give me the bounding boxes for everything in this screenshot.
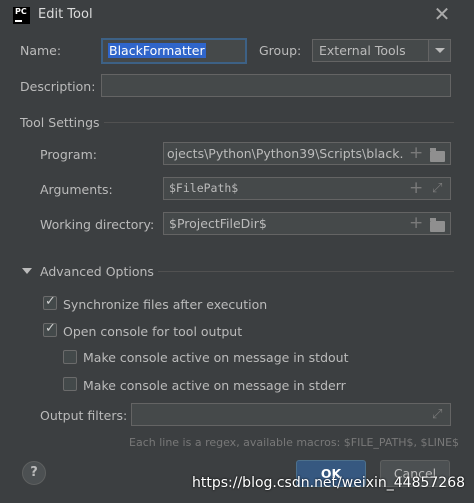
dialog-title: Edit Tool [38, 7, 93, 22]
open-console-label[interactable]: Open console for tool output [63, 324, 242, 339]
program-value: ojects\Python\Python39\Scripts\black.exe [167, 146, 403, 161]
output-filters-hint: Each line is a regex, available macros: … [129, 436, 460, 449]
tool-settings-heading: Tool Settings [20, 115, 100, 130]
arguments-field[interactable]: $FilePath$ + [163, 177, 451, 200]
workdir-label: Working directory: [40, 217, 155, 232]
sync-files-checkbox[interactable] [43, 294, 57, 310]
console-stdout-checkbox[interactable] [63, 350, 77, 364]
section-divider [158, 271, 454, 272]
name-label: Name: [20, 43, 62, 58]
description-field[interactable] [101, 74, 451, 97]
insert-macro-icon[interactable]: + [409, 215, 423, 232]
name-field[interactable]: BlackFormatter [101, 38, 247, 64]
arguments-label: Arguments: [40, 182, 113, 197]
console-stderr-checkbox[interactable] [63, 377, 77, 391]
program-label: Program: [40, 147, 97, 162]
output-filters-label: Output filters: [40, 408, 128, 423]
insert-macro-icon[interactable]: + [409, 145, 423, 162]
console-stdout-label[interactable]: Make console active on message in stdout [83, 350, 349, 365]
advanced-options-heading[interactable]: Advanced Options [40, 264, 154, 279]
title-bar: PC Edit Tool ✕ [0, 0, 474, 30]
expand-icon[interactable] [432, 181, 444, 196]
close-icon[interactable]: ✕ [432, 3, 452, 25]
description-label: Description: [20, 79, 96, 94]
expand-icon[interactable] [432, 407, 444, 422]
section-divider [104, 122, 454, 123]
workdir-field[interactable]: $ProjectFileDir$ + [163, 212, 451, 235]
insert-macro-icon[interactable]: + [409, 180, 423, 197]
program-field[interactable]: ojects\Python\Python39\Scripts\black.exe… [163, 142, 451, 165]
group-value: External Tools [319, 43, 406, 58]
sync-files-label[interactable]: Synchronize files after execution [63, 297, 267, 312]
group-label: Group: [259, 43, 302, 58]
watermark-text: https://blog.csdn.net/weixin_44857268 [192, 475, 466, 491]
help-button[interactable]: ? [22, 461, 46, 485]
workdir-value: $ProjectFileDir$ [169, 216, 267, 231]
folder-icon[interactable] [430, 148, 445, 162]
console-stderr-label[interactable]: Make console active on message in stderr [83, 378, 346, 393]
name-value: BlackFormatter [108, 43, 206, 58]
open-console-checkbox[interactable] [43, 321, 57, 337]
chevron-down-icon[interactable] [428, 40, 450, 61]
collapse-triangle-icon[interactable] [22, 268, 32, 274]
output-filters-field[interactable] [131, 403, 451, 426]
group-select[interactable]: External Tools [312, 39, 451, 62]
arguments-value: $FilePath$ [169, 181, 239, 195]
pycharm-icon: PC [13, 7, 30, 24]
folder-icon[interactable] [430, 218, 445, 232]
